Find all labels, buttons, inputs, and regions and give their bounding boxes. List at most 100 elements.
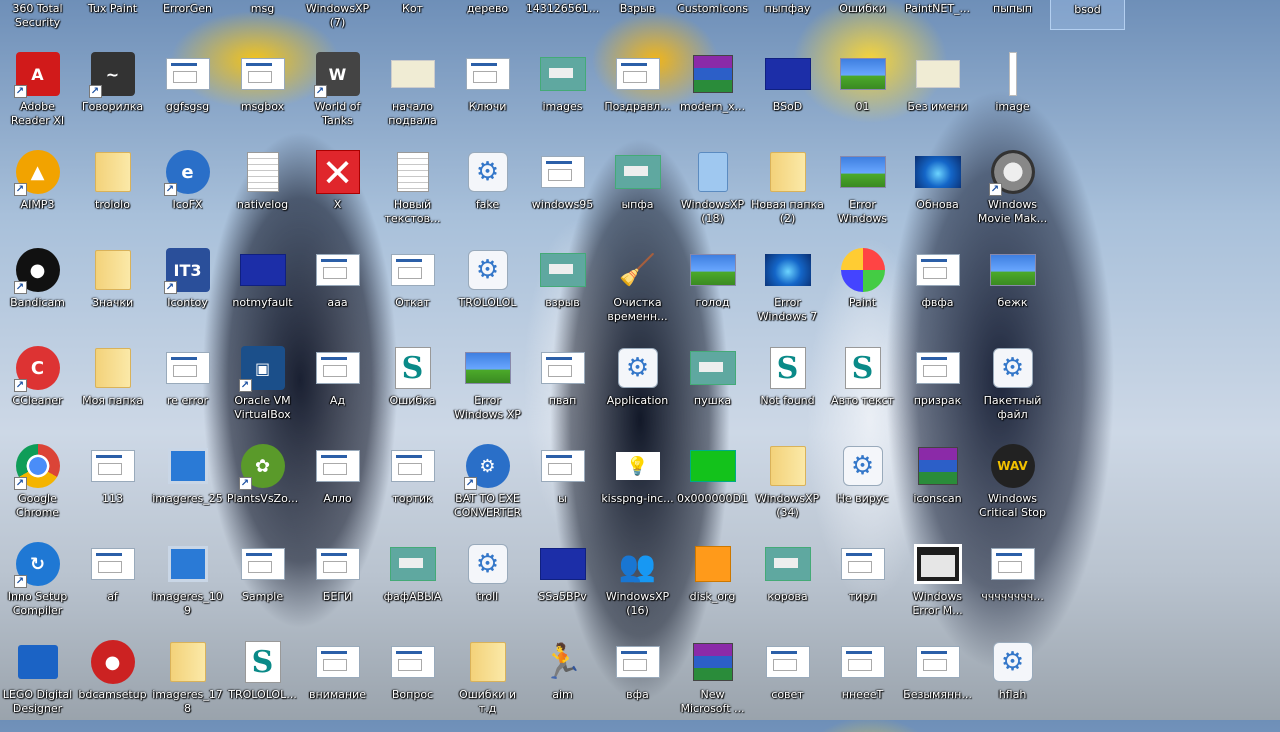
desktop-icon[interactable]: 0x000000D1	[675, 438, 750, 536]
desktop-icon[interactable]: Моя папка	[75, 340, 150, 438]
desktop-icon[interactable]: ыпфа	[600, 144, 675, 242]
desktop-icon[interactable]: modern_x...	[675, 46, 750, 144]
desktop-icon[interactable]: IT3 ↗ Icontoy	[150, 242, 225, 340]
desktop-icon[interactable]: Ключи	[450, 46, 525, 144]
desktop-icon[interactable]: ⚙ Application	[600, 340, 675, 438]
desktop-icon[interactable]: ⚙ ↗ BAT TO EXE CONVERTER	[450, 438, 525, 536]
desktop-icon[interactable]: ● bdcamsetup	[75, 634, 150, 732]
desktop-icon[interactable]: ~ ↗ Говорилка	[75, 46, 150, 144]
desktop-icon[interactable]: Поздравл...	[600, 46, 675, 144]
desktop-icon[interactable]: тирл	[825, 536, 900, 634]
desktop-icon[interactable]: Ошибки и т.д	[450, 634, 525, 732]
desktop-icon[interactable]: ннеееТ	[825, 634, 900, 732]
desktop-icon[interactable]: notmyfault	[225, 242, 300, 340]
desktop-icon[interactable]: фафАВЫА	[375, 536, 450, 634]
desktop-icon[interactable]: пвап	[525, 340, 600, 438]
desktop-icon[interactable]: пыпып	[975, 0, 1050, 30]
desktop-icon[interactable]: 👥 WindowsXP (16)	[600, 536, 675, 634]
desktop-icon[interactable]: ✿ ↗ PlantsVsZo...	[225, 438, 300, 536]
desktop-icon[interactable]: Значки	[75, 242, 150, 340]
desktop-icon[interactable]: ы	[525, 438, 600, 536]
desktop-icon[interactable]: re error	[150, 340, 225, 438]
desktop-icon[interactable]: Алло	[300, 438, 375, 536]
desktop-icon[interactable]: Ошибки	[825, 0, 900, 30]
desktop-icon[interactable]: msgbox	[225, 46, 300, 144]
desktop-icon[interactable]: PaintNET_...	[900, 0, 975, 30]
desktop-icon[interactable]: S TROLOLOL...	[225, 634, 300, 732]
desktop-icon[interactable]: Новая папка (2)	[750, 144, 825, 242]
desktop-icon[interactable]: af	[75, 536, 150, 634]
desktop-icon[interactable]: imageres_25	[150, 438, 225, 536]
desktop-icon[interactable]: 🏃 aim	[525, 634, 600, 732]
desktop-icon[interactable]: image	[975, 46, 1050, 144]
desktop-icon[interactable]: 💡 kisspng-inc...	[600, 438, 675, 536]
desktop-icon[interactable]: бежк	[975, 242, 1050, 340]
desktop-icon[interactable]: совет	[750, 634, 825, 732]
desktop-icon[interactable]: S Not found	[750, 340, 825, 438]
desktop-icon[interactable]: ⚙ troll	[450, 536, 525, 634]
desktop-icon[interactable]: ▲ ↗ AIMP3	[0, 144, 75, 242]
desktop-icon[interactable]: Обнова	[900, 144, 975, 242]
desktop-icon[interactable]: aaa	[300, 242, 375, 340]
desktop-icon[interactable]: LEGO Digital Designer	[0, 634, 75, 732]
desktop-icon[interactable]: Error Windows XP	[450, 340, 525, 438]
desktop-icon[interactable]: вфа	[600, 634, 675, 732]
desktop-icon[interactable]: A ↗ Adobe Reader XI	[0, 46, 75, 144]
desktop-icon[interactable]: Error Windows 7	[750, 242, 825, 340]
desktop-icon[interactable]: trololo	[75, 144, 150, 242]
desktop-icon[interactable]: BSoD	[750, 46, 825, 144]
desktop-icon[interactable]: Кот	[375, 0, 450, 30]
desktop-icon[interactable]: ggfsgsg	[150, 46, 225, 144]
desktop-icon[interactable]: Sample	[225, 536, 300, 634]
desktop-icon[interactable]: ⚙ Пакетный файл	[975, 340, 1050, 438]
desktop-icon[interactable]: пыпфау	[750, 0, 825, 30]
desktop-icon[interactable]: Tux Paint	[75, 0, 150, 30]
desktop-icon[interactable]: windows95	[525, 144, 600, 242]
desktop-icon[interactable]: S Ошибка	[375, 340, 450, 438]
desktop-icon[interactable]: iconscan	[900, 438, 975, 536]
desktop-icon[interactable]: imageres_178	[150, 634, 225, 732]
desktop-icon[interactable]: images	[525, 46, 600, 144]
desktop-icon[interactable]: New Microsoft ...	[675, 634, 750, 732]
desktop-icon[interactable]: Без имени	[900, 46, 975, 144]
desktop-icon[interactable]: bsod	[1050, 0, 1125, 30]
desktop-icon[interactable]: начало подвала	[375, 46, 450, 144]
desktop-icon[interactable]: Windows Error M...	[900, 536, 975, 634]
desktop-icon[interactable]: Ад	[300, 340, 375, 438]
desktop-icon[interactable]: Безымянн...	[900, 634, 975, 732]
desktop-icon[interactable]: ⚙ TROLOLOL	[450, 242, 525, 340]
desktop-icon[interactable]: 🧹 Очистка временн...	[600, 242, 675, 340]
desktop-icon[interactable]: C ↗ CCleaner	[0, 340, 75, 438]
desktop-icon[interactable]: ✕ X	[300, 144, 375, 242]
desktop-icon[interactable]: чччччччч...	[975, 536, 1050, 634]
desktop-icon[interactable]: S Авто текст	[825, 340, 900, 438]
desktop-icon[interactable]: disk_org	[675, 536, 750, 634]
desktop-icon[interactable]: WindowsXP (34)	[750, 438, 825, 536]
desktop-icon[interactable]: 01	[825, 46, 900, 144]
desktop-icon[interactable]: SSa5BPv	[525, 536, 600, 634]
desktop-icon[interactable]: БЕГИ	[300, 536, 375, 634]
desktop-icon[interactable]: Откат	[375, 242, 450, 340]
desktop-icon[interactable]: корова	[750, 536, 825, 634]
desktop-icon[interactable]: Error Windows	[825, 144, 900, 242]
desktop-icon[interactable]: WindowsXP (7)	[300, 0, 375, 30]
desktop-icon[interactable]: 113	[75, 438, 150, 536]
desktop-icon[interactable]: ↻ ↗ Inno Setup Compiler	[0, 536, 75, 634]
desktop-icon[interactable]: Взрыв	[600, 0, 675, 30]
desktop-icon[interactable]: WAV Windows Critical Stop	[975, 438, 1050, 536]
desktop-icon[interactable]: 143126561...	[525, 0, 600, 30]
desktop-icon[interactable]: голод	[675, 242, 750, 340]
desktop-icon[interactable]: Paint	[825, 242, 900, 340]
desktop-icon[interactable]: тортик	[375, 438, 450, 536]
desktop-icon[interactable]: внимание	[300, 634, 375, 732]
desktop-icon[interactable]: пушка	[675, 340, 750, 438]
desktop-icon[interactable]: взрыв	[525, 242, 600, 340]
desktop-icon[interactable]: WindowsXP (18)	[675, 144, 750, 242]
desktop-icon[interactable]: ErrorGen	[150, 0, 225, 30]
desktop-icon[interactable]: ↗ Windows Movie Mak...	[975, 144, 1050, 242]
desktop-icon[interactable]: ● ↗ Bandicam	[0, 242, 75, 340]
desktop-icon[interactable]: фвфа	[900, 242, 975, 340]
desktop-icon[interactable]: Новый текстов...	[375, 144, 450, 242]
desktop-icon[interactable]: ⚙ fake	[450, 144, 525, 242]
desktop-icon[interactable]: nativelog	[225, 144, 300, 242]
